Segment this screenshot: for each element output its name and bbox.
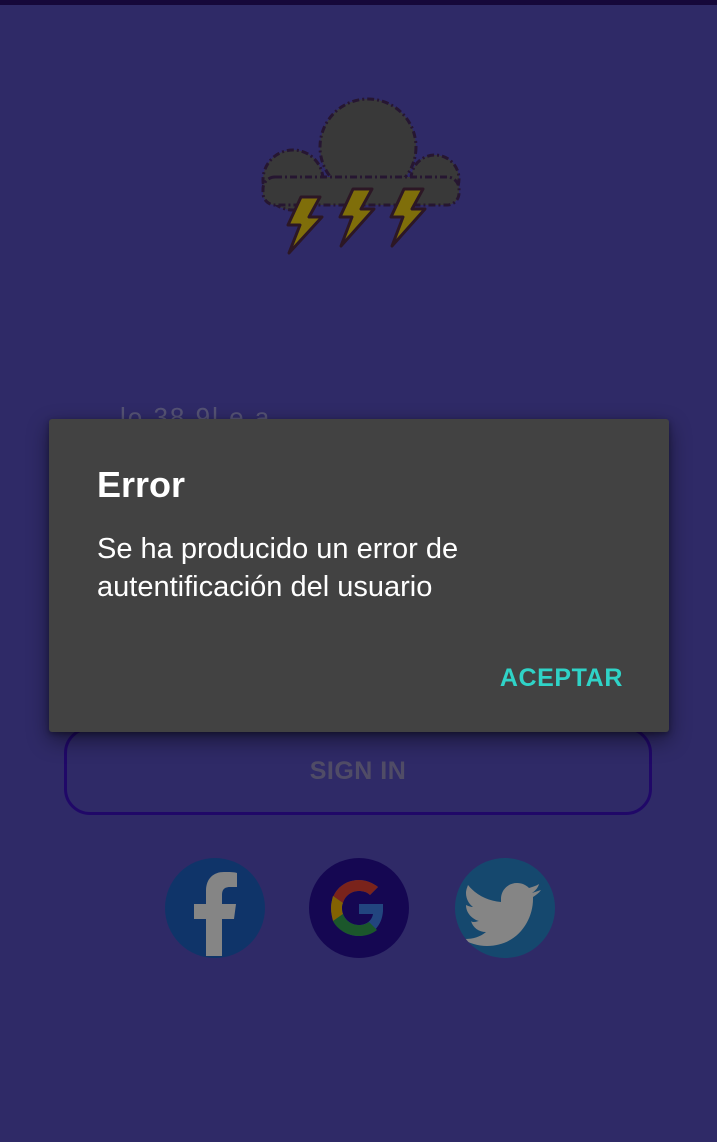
- dialog-title: Error: [97, 464, 186, 505]
- error-dialog: Error Se ha producido un error de autent…: [49, 419, 669, 732]
- accept-button[interactable]: ACEPTAR: [500, 660, 623, 696]
- dialog-message: Se ha producido un error de autentificac…: [97, 533, 459, 603]
